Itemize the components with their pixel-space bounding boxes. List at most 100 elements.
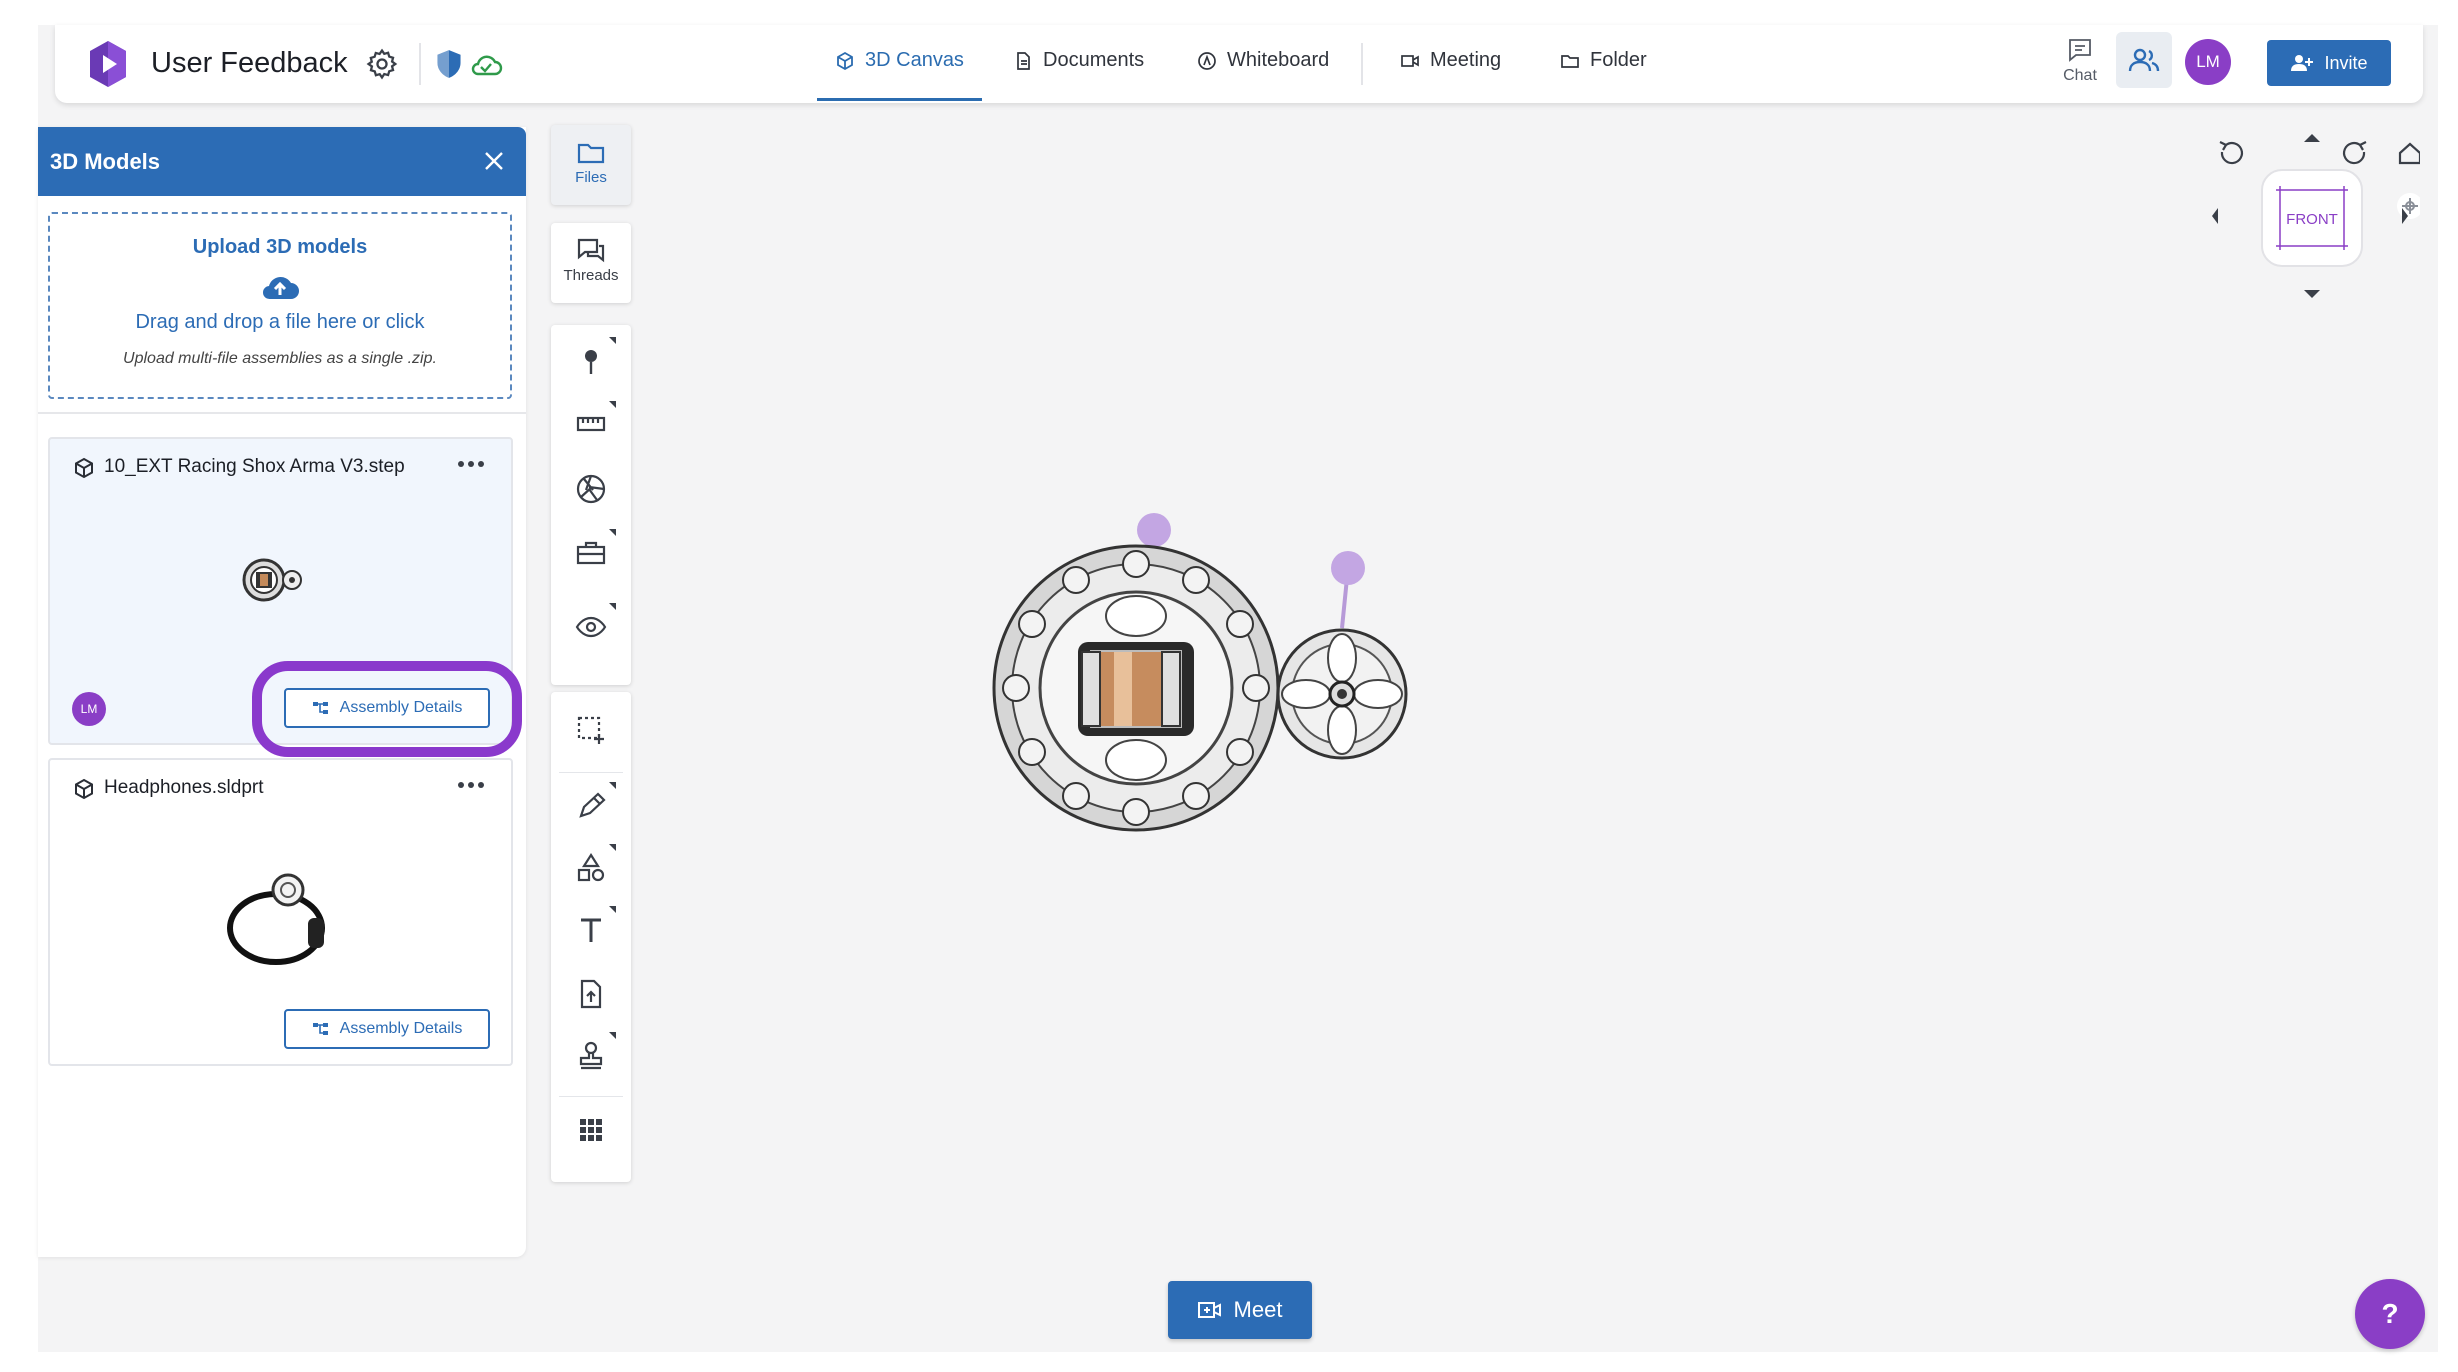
- cube-icon: [75, 457, 93, 479]
- cloud-check-icon[interactable]: [469, 52, 503, 78]
- invite-button[interactable]: Invite: [2267, 40, 2391, 86]
- tab-meeting[interactable]: Meeting: [1400, 49, 1501, 93]
- upload-title: Upload 3D models: [192, 236, 368, 258]
- files-button[interactable]: Files: [551, 137, 631, 186]
- submenu-indicator: [609, 337, 616, 344]
- owner-avatar: LM: [72, 692, 106, 726]
- toolbox-tool[interactable]: [551, 537, 631, 569]
- model-card[interactable]: Headphones.sldprt Assembly Details: [48, 758, 513, 1066]
- tab-label: Meeting: [1430, 49, 1502, 71]
- invite-label: Invite: [2324, 52, 2368, 73]
- assembly-details-label: Assembly Details: [339, 1020, 463, 1037]
- tab-whiteboard[interactable]: Whiteboard: [1197, 49, 1329, 93]
- upload-file-tool[interactable]: [551, 978, 631, 1010]
- arrow-up-icon[interactable]: [2304, 134, 2320, 142]
- divider: [559, 772, 623, 773]
- aperture-icon: [576, 474, 606, 504]
- ruler-icon: [576, 416, 606, 432]
- cube-icon: [75, 778, 93, 800]
- submenu-indicator: [609, 401, 616, 408]
- participants-button[interactable]: [2116, 32, 2172, 88]
- model-name: Headphones.sldprt: [104, 777, 264, 798]
- files-label: Files: [575, 169, 607, 186]
- toolbox-icon: [576, 541, 606, 565]
- select-area-tool[interactable]: [551, 714, 631, 746]
- threads-button[interactable]: Threads: [551, 235, 631, 284]
- folder-icon: [577, 143, 605, 164]
- submenu-indicator: [609, 603, 616, 610]
- divider: [1361, 43, 1363, 85]
- submenu-indicator: [609, 1032, 616, 1039]
- assembly-details-button[interactable]: Assembly Details: [284, 688, 490, 728]
- stamp-tool[interactable]: [551, 1040, 631, 1072]
- rail-threads-block: Threads: [551, 223, 631, 303]
- help-button[interactable]: ?: [2355, 1279, 2425, 1349]
- visibility-tool[interactable]: [551, 611, 631, 643]
- divider: [419, 43, 421, 85]
- model-thumbnail: [227, 873, 325, 965]
- tab-folder[interactable]: Folder: [1560, 49, 1647, 93]
- divider: [559, 1096, 623, 1097]
- model-thumbnail: [242, 558, 302, 602]
- more-options-icon[interactable]: [457, 459, 485, 469]
- rail-tools-block: [551, 325, 631, 685]
- submenu-indicator: [609, 529, 616, 536]
- pencil-icon: [579, 792, 606, 818]
- pen-tool[interactable]: [551, 790, 631, 822]
- models-panel: 3D Models Upload 3D models Drag and drop…: [38, 127, 526, 1257]
- apps-grid-tool[interactable]: [551, 1114, 631, 1146]
- video-icon: [1401, 55, 1419, 67]
- arrow-left-icon[interactable]: [2212, 208, 2218, 224]
- shapes-icon: [577, 852, 605, 882]
- chat-label: Chat: [2063, 67, 2097, 84]
- shield-icon[interactable]: [435, 49, 463, 79]
- app-logo-icon[interactable]: [90, 41, 126, 87]
- home-icon[interactable]: [2398, 142, 2420, 165]
- pin-icon: [585, 350, 597, 374]
- video-icon: [1197, 1302, 1221, 1318]
- tab-documents[interactable]: Documents: [1013, 49, 1144, 93]
- tab-label: 3D Canvas: [865, 49, 964, 71]
- upload-dropzone[interactable]: Upload 3D models Drag and drop a file he…: [48, 212, 512, 399]
- whiteboard-icon: [1198, 52, 1216, 70]
- text-tool[interactable]: [551, 914, 631, 946]
- user-avatar[interactable]: LM: [2185, 39, 2231, 85]
- submenu-indicator: [609, 782, 616, 789]
- threads-icon: [577, 238, 605, 263]
- eye-icon: [575, 616, 607, 638]
- pin-tool[interactable]: [551, 345, 631, 377]
- top-bar: User Feedback 3D Canvas Documents Whiteb…: [55, 25, 2423, 103]
- upload-hint: Upload multi-file assemblies as a single…: [123, 350, 437, 367]
- assembly-details-button[interactable]: Assembly Details: [284, 1009, 490, 1049]
- rail-files-block: Files: [551, 125, 631, 205]
- tab-label: Documents: [1043, 49, 1145, 71]
- close-icon[interactable]: [482, 149, 506, 173]
- measure-tool[interactable]: [551, 409, 631, 441]
- model-card[interactable]: 10_EXT Racing Shox Arma V3.step LM Assem…: [48, 437, 513, 745]
- gear-icon[interactable]: [365, 47, 399, 81]
- stamp-icon: [579, 1041, 603, 1070]
- threads-label: Threads: [563, 267, 619, 284]
- assembly-details-label: Assembly Details: [339, 699, 463, 716]
- arrow-down-icon[interactable]: [2304, 290, 2320, 298]
- 3d-model-view[interactable]: [990, 500, 1410, 840]
- select-area-icon: [577, 716, 604, 744]
- tab-label: Folder: [1590, 49, 1647, 71]
- model-name: 10_EXT Racing Shox Arma V3.step: [104, 456, 405, 477]
- meet-button[interactable]: Meet: [1168, 1281, 1312, 1339]
- view-cube[interactable]: FRONT: [2200, 130, 2420, 310]
- chat-button[interactable]: Chat: [2055, 37, 2105, 85]
- people-icon: [2128, 48, 2160, 72]
- shapes-tool[interactable]: [551, 852, 631, 884]
- snapshot-tool[interactable]: [551, 473, 631, 505]
- cube-icon: [837, 51, 853, 71]
- tab-3d-canvas[interactable]: 3D Canvas: [817, 49, 982, 101]
- rail-annotate-block: [551, 692, 631, 1182]
- chat-icon: [2069, 39, 2091, 62]
- add-user-icon: [2291, 55, 2314, 71]
- text-icon: [581, 918, 601, 942]
- cloud-upload-icon: [262, 277, 299, 300]
- grid-icon: [580, 1119, 602, 1141]
- hierarchy-icon: [312, 702, 328, 714]
- more-options-icon[interactable]: [457, 780, 485, 790]
